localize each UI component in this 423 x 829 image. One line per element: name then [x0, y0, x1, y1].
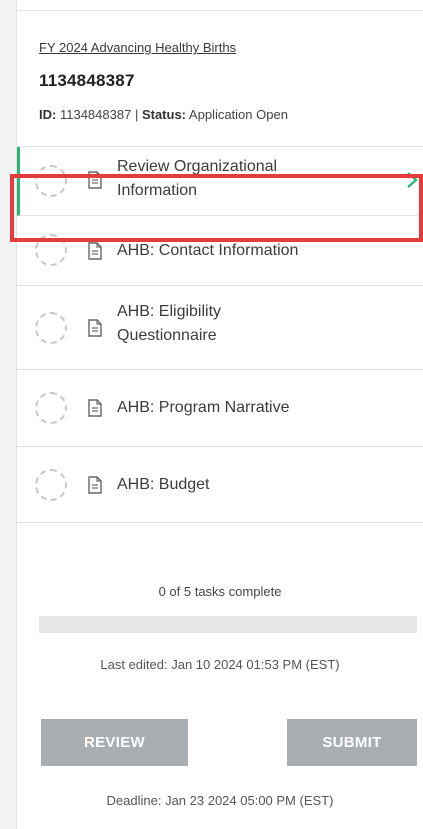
task-label: AHB: Contact Information: [117, 239, 298, 263]
task-label: AHB: Budget: [117, 473, 210, 497]
task-label-line1: AHB: Program Narrative: [117, 399, 290, 416]
progress-summary: 0 of 5 tasks complete: [158, 584, 282, 599]
top-divider: [17, 0, 423, 11]
document-icon: [88, 476, 102, 494]
task-label-line1: AHB: Contact Information: [117, 242, 299, 259]
status-label: Status:: [141, 107, 187, 122]
document-icon: [88, 242, 102, 260]
task-label-line1: Review Organizational: [117, 158, 278, 175]
id-value: 1134848387: [59, 107, 132, 122]
document-icon: [88, 399, 102, 417]
task-label-line2: Questionnaire: [117, 327, 217, 344]
meta-separator: |: [134, 107, 139, 122]
status-value: Application Open: [188, 107, 288, 122]
progress-bar: [39, 616, 417, 633]
task-label: AHB: Eligibility Questionnaire: [117, 300, 221, 348]
task-status-icon: [35, 392, 67, 424]
task-item-eligibility-questionnaire[interactable]: AHB: Eligibility Questionnaire: [17, 286, 423, 370]
task-label: Review Organizational Information: [117, 155, 277, 203]
application-header: FY 2024 Advancing Healthy Births 1134848…: [17, 11, 423, 122]
program-link[interactable]: FY 2024 Advancing Healthy Births: [39, 40, 236, 55]
task-label-line2: Information: [117, 182, 198, 199]
last-edited-timestamp: Last edited: Jan 10 2024 01:53 PM (EST): [100, 657, 340, 672]
id-label: ID:: [39, 107, 57, 122]
document-icon: [88, 171, 102, 189]
task-label-line1: AHB: Eligibility: [117, 303, 222, 320]
task-label: AHB: Program Narrative: [117, 396, 290, 420]
task-status-icon: [35, 234, 67, 266]
task-item-review-organizational-information[interactable]: Review Organizational Information: [17, 147, 423, 216]
application-number: 1134848387: [39, 71, 135, 90]
task-list: Review Organizational Information AHB: C…: [17, 146, 423, 523]
chevron-right-icon: [407, 172, 418, 188]
submit-button[interactable]: SUBMIT: [287, 719, 417, 766]
task-status-icon: [35, 469, 67, 501]
task-item-budget[interactable]: AHB: Budget: [17, 447, 423, 523]
task-label-line1: AHB: Budget: [117, 476, 210, 493]
application-meta: ID: 1134848387 | Status: Application Ope…: [39, 107, 423, 122]
review-button[interactable]: REVIEW: [41, 719, 188, 766]
task-status-icon: [35, 312, 67, 344]
task-item-program-narrative[interactable]: AHB: Program Narrative: [17, 370, 423, 447]
task-status-icon: [35, 165, 67, 197]
document-icon: [88, 319, 102, 337]
task-item-contact-information[interactable]: AHB: Contact Information: [17, 216, 423, 286]
application-panel: FY 2024 Advancing Healthy Births 1134848…: [16, 0, 423, 829]
deadline-text: Deadline: Jan 23 2024 05:00 PM (EST): [106, 793, 334, 808]
